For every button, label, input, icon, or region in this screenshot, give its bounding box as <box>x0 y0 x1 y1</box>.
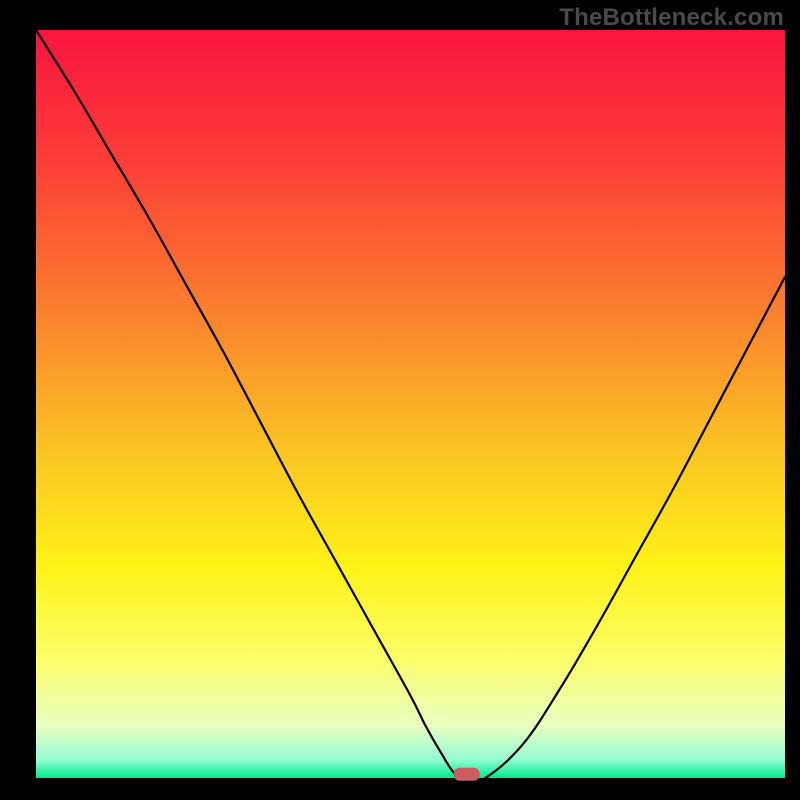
bottleneck-chart <box>0 0 800 800</box>
watermark-text: TheBottleneck.com <box>559 4 784 32</box>
chart-frame: TheBottleneck.com <box>0 0 800 800</box>
plot-gradient-background <box>36 30 785 778</box>
minimum-marker <box>454 768 480 781</box>
